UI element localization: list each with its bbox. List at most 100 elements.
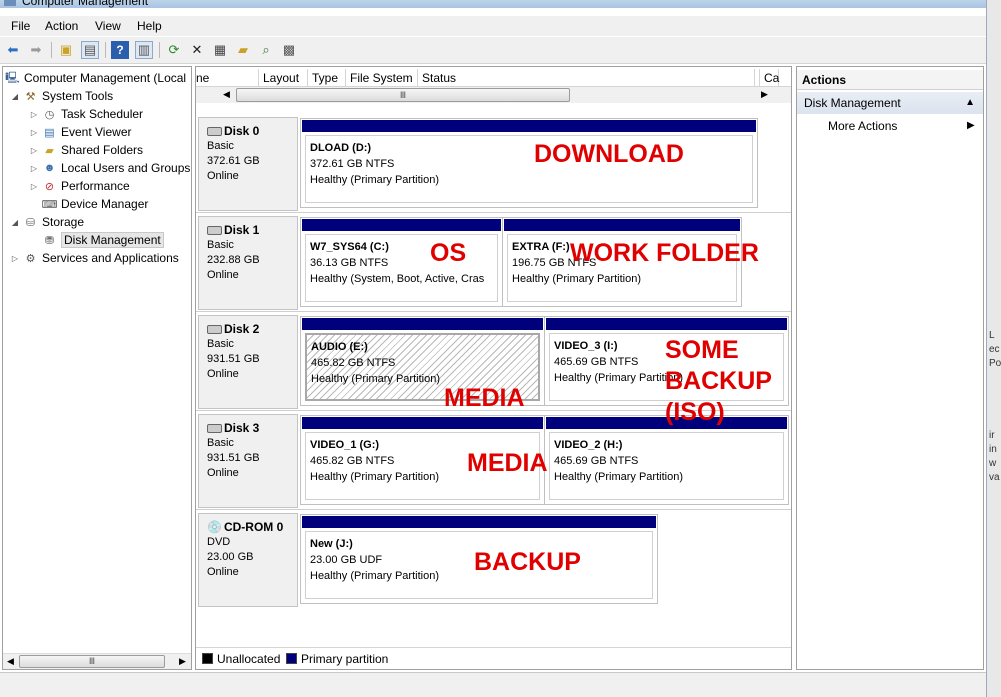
collapsed-arrow-icon[interactable]: ▷: [10, 254, 20, 263]
tree-item-event-viewer[interactable]: ▷ ▤ Event Viewer: [29, 123, 132, 141]
properties-icon[interactable]: ▦: [211, 41, 229, 59]
expanded-arrow-icon[interactable]: ◢: [10, 92, 20, 101]
tree-item-services-and-applications[interactable]: ▷ ⚙ Services and Applications: [10, 249, 179, 267]
tree-item-task-scheduler[interactable]: ▷ ◷ Task Scheduler: [29, 105, 143, 123]
actions-section-disk-management[interactable]: Disk Management ▲: [797, 92, 983, 114]
show-hide-tree-icon[interactable]: ▤: [81, 41, 99, 59]
disk-icon: ⛃: [44, 234, 55, 247]
open-folder-icon[interactable]: ▰: [234, 41, 252, 59]
menu-file[interactable]: File: [11, 19, 30, 33]
column-header-name[interactable]: ne: [196, 69, 259, 87]
actions-pane: Actions Disk Management ▲ More Actions ▶: [796, 66, 984, 670]
collapsed-arrow-icon[interactable]: ▷: [29, 146, 39, 155]
unallocated-swatch: [202, 653, 213, 664]
annotation-work-folder: WORK FOLDER: [570, 239, 759, 267]
legend-unallocated: Unallocated: [217, 652, 281, 666]
background-window-strip: L ec Po ir in w va: [986, 0, 1001, 697]
expanded-arrow-icon[interactable]: ◢: [10, 218, 20, 227]
annotation-backup: BACKUP: [474, 548, 581, 576]
tree-scroll-thumb[interactable]: Ⅲ: [19, 655, 165, 668]
back-arrow-icon[interactable]: ⬅: [4, 41, 22, 59]
scroll-left-arrow-icon[interactable]: ◀: [223, 89, 230, 100]
hard-disk-icon: [207, 325, 222, 334]
legend-primary-partition: Primary partition: [301, 652, 389, 666]
search-icon[interactable]: ⌕: [257, 41, 275, 59]
up-folder-icon[interactable]: ▣: [57, 41, 75, 59]
tree-horizontal-scrollbar[interactable]: ◀ Ⅲ ▶: [3, 653, 191, 669]
tree-item-shared-folders[interactable]: ▷ ▰ Shared Folders: [29, 141, 143, 159]
primary-partition-bar: [302, 219, 501, 231]
column-header-file-system[interactable]: File System: [346, 69, 418, 87]
menu-view[interactable]: View: [95, 19, 121, 33]
disk-info-disk-3[interactable]: Disk 3 Basic 931.51 GB Online: [198, 414, 298, 508]
column-header-capacity[interactable]: Ca: [759, 69, 779, 87]
tree-item-local-users-and-groups[interactable]: ▷ ☻ Local Users and Groups: [29, 159, 190, 177]
cd-drive-icon: 💿: [207, 520, 222, 534]
storage-icon: ⛁: [25, 216, 36, 229]
collapsed-arrow-icon[interactable]: ▷: [29, 110, 39, 119]
primary-partition-bar: [504, 219, 740, 231]
tree-item-storage[interactable]: ◢ ⛁ Storage: [10, 213, 84, 231]
clock-icon: ◷: [44, 108, 55, 121]
show-hide-action-pane-icon[interactable]: ▥: [135, 41, 153, 59]
menu-help[interactable]: Help: [137, 19, 162, 33]
console-tree[interactable]: 🖳 Computer Management (Local ◢ ⚒ System …: [2, 66, 192, 670]
collapsed-arrow-icon[interactable]: ▷: [29, 182, 39, 191]
partition-legend: Unallocated Primary partition: [196, 647, 791, 669]
primary-partition-swatch: [286, 653, 297, 664]
more-actions-link[interactable]: More Actions: [828, 119, 897, 133]
settings-icon[interactable]: ▩: [280, 41, 298, 59]
disk-info-cd-rom-0[interactable]: 💿 CD-ROM 0 DVD 23.00 GB Online: [198, 513, 298, 607]
annotation-os: OS: [430, 239, 467, 267]
partition-dload[interactable]: DLOAD (D:) 372.61 GB NTFS Healthy (Prima…: [300, 118, 758, 208]
column-header-layout[interactable]: Layout: [259, 69, 308, 87]
primary-partition-bar: [302, 417, 543, 429]
event-viewer-icon: ▤: [44, 126, 55, 139]
scroll-right-arrow-icon[interactable]: ▶: [761, 89, 768, 100]
tools-icon: ⚒: [25, 90, 36, 103]
hard-disk-icon: [207, 226, 222, 235]
shared-folder-icon: ▰: [45, 144, 54, 157]
column-header-type[interactable]: Type: [308, 69, 346, 87]
tree-item-system-tools[interactable]: ◢ ⚒ System Tools: [10, 87, 113, 105]
disk-row: Disk 0 Basic 372.61 GB Online DLOAD (D:)…: [196, 115, 791, 213]
collapsed-arrow-icon[interactable]: ▷: [29, 128, 39, 137]
primary-partition-bar: [302, 318, 543, 330]
submenu-arrow-icon[interactable]: ▶: [967, 120, 975, 131]
partition-video-2[interactable]: VIDEO_2 (H:) 465.69 GB NTFS Healthy (Pri…: [544, 415, 789, 505]
annotation-media-disk2: MEDIA: [444, 384, 525, 412]
device-manager-icon: ⌨: [41, 198, 58, 211]
primary-partition-bar: [546, 318, 787, 330]
hard-disk-icon: [207, 127, 222, 136]
delete-icon[interactable]: ✕: [188, 41, 206, 59]
forward-arrow-icon[interactable]: ➡: [27, 41, 45, 59]
refresh-icon[interactable]: ⟳: [165, 41, 183, 59]
disk-info-disk-2[interactable]: Disk 2 Basic 931.51 GB Online: [198, 315, 298, 409]
volume-list-header: ne Layout Type File System Status Ca: [196, 69, 791, 87]
tree-item-device-manager[interactable]: ⌨ Device Manager: [29, 195, 149, 213]
disk-info-disk-1[interactable]: Disk 1 Basic 232.88 GB Online: [198, 216, 298, 310]
primary-partition-bar: [302, 120, 756, 132]
title-bar: Computer Management: [0, 0, 986, 8]
collapsed-arrow-icon[interactable]: ▷: [29, 164, 39, 173]
scroll-left-arrow-icon[interactable]: ◀: [7, 656, 14, 667]
volume-list-horizontal-scrollbar[interactable]: ◀ Ⅲ ▶: [196, 87, 791, 103]
disk-info-disk-0[interactable]: Disk 0 Basic 372.61 GB Online: [198, 117, 298, 211]
scroll-right-arrow-icon[interactable]: ▶: [179, 656, 186, 667]
menu-action[interactable]: Action: [45, 19, 78, 33]
services-icon: ⚙: [25, 252, 36, 265]
tree-item-computer-management[interactable]: 🖳 Computer Management (Local: [5, 69, 186, 87]
primary-partition-bar: [302, 516, 656, 528]
annotation-download: DOWNLOAD: [534, 140, 684, 168]
computer-icon: 🖳: [5, 71, 20, 84]
partition-w7-sys64[interactable]: W7_SYS64 (C:) 36.13 GB NTFS Healthy (Sys…: [300, 217, 503, 307]
column-header-status[interactable]: Status: [418, 69, 755, 87]
annotation-some-backup: SOME BACKUP (ISO): [665, 336, 772, 426]
volume-list-scroll-thumb[interactable]: Ⅲ: [236, 88, 570, 102]
collapse-arrow-icon[interactable]: ▲: [965, 92, 975, 114]
menu-bar: File Action View Help: [0, 16, 986, 36]
help-icon[interactable]: ?: [111, 41, 129, 59]
tree-item-performance[interactable]: ▷ ⊘ Performance: [29, 177, 130, 195]
actions-header: Actions: [797, 70, 983, 90]
tree-item-disk-management[interactable]: ⛃ Disk Management: [29, 231, 164, 249]
